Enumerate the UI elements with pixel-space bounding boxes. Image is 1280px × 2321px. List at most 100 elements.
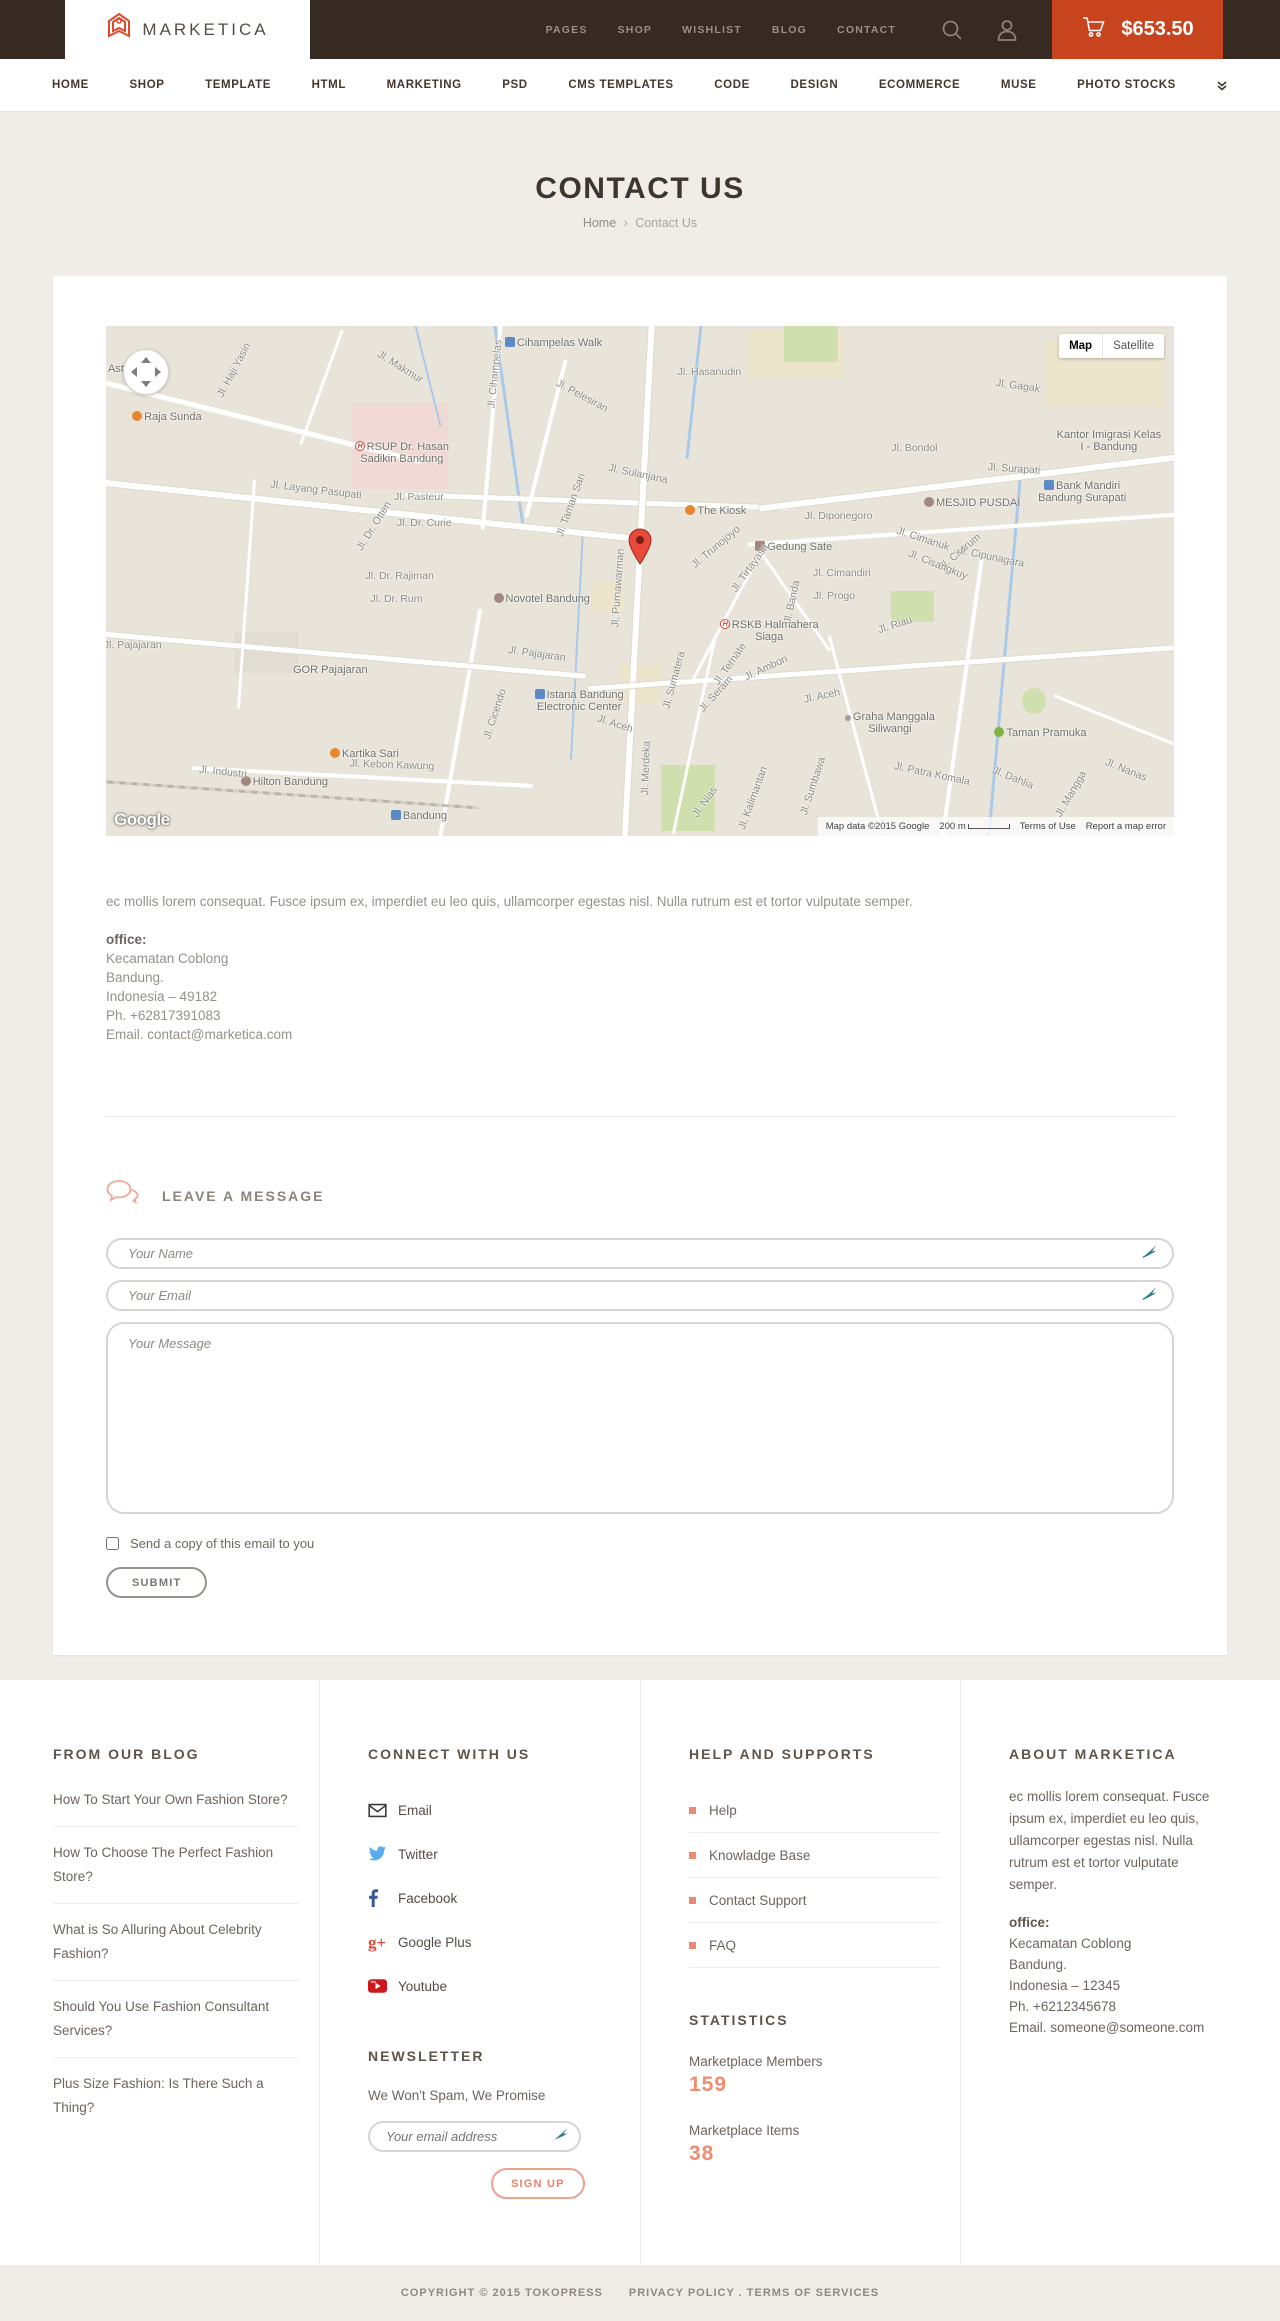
pan-left-icon[interactable]	[130, 366, 137, 377]
map-label: The Kiosk	[662, 505, 770, 517]
top-nav-item[interactable]: SHOP	[618, 24, 653, 36]
square-bullet-icon	[689, 1806, 696, 1814]
category-nav-item[interactable]: PHOTO STOCKS	[1077, 79, 1176, 91]
map-label: Jl. Pelesiran	[554, 377, 611, 415]
pan-up-icon[interactable]	[140, 356, 151, 363]
blog-list: How To Start Your Own Fashion Store? How …	[53, 1774, 299, 2134]
map-river	[569, 530, 584, 760]
gplus-icon: g+	[368, 1932, 387, 1952]
category-nav-item[interactable]: CODE	[714, 79, 750, 91]
map-label: Jl. Industri	[199, 763, 248, 781]
logo[interactable]: MARKETICA	[65, 0, 310, 59]
map-view-button[interactable]: Map	[1059, 334, 1104, 358]
terms-of-use-link[interactable]: Terms of Use	[1020, 821, 1076, 832]
map-block	[784, 326, 838, 362]
email-input[interactable]	[128, 1288, 1141, 1303]
report-map-error-link[interactable]: Report a map error	[1086, 821, 1166, 832]
help-link[interactable]: Help	[689, 1788, 940, 1833]
autofill-icon[interactable]	[1141, 1285, 1158, 1307]
autofill-icon[interactable]	[1141, 1243, 1158, 1265]
map-marker-pin[interactable]	[628, 528, 652, 571]
map-road	[438, 607, 483, 836]
map-label: Jl. Pajajaran	[508, 643, 567, 664]
dot-badge-icon	[844, 714, 851, 721]
pan-right-icon[interactable]	[154, 366, 161, 377]
map-label: Jl. Makmur	[374, 348, 425, 386]
cart-button[interactable]: $653.50	[1052, 0, 1223, 59]
google-map[interactable]: AstonRaja SundaJl. Haji YasinJl. MakmurJ…	[106, 326, 1174, 836]
privacy-policy-link[interactable]: PRIVACY POLICY	[629, 2287, 735, 2299]
social-link[interactable]: Email	[368, 1788, 620, 1832]
help-list: Help Knowladge Base Contact Support FAQ	[689, 1788, 940, 1968]
top-nav-item[interactable]: WISHLIST	[682, 24, 742, 36]
restaurant-badge-icon	[132, 410, 143, 421]
map-label: Bandung	[365, 809, 473, 822]
category-nav-item[interactable]: HTML	[312, 79, 346, 91]
blog-post-link[interactable]: Should You Use Fashion Consultant Servic…	[53, 1981, 299, 2058]
statistic-label: Marketplace Members	[689, 2054, 823, 2069]
blog-post-link[interactable]: How To Choose The Perfect Fashion Store?	[53, 1827, 299, 1904]
category-nav-item[interactable]: PSD	[502, 79, 527, 91]
category-nav-item[interactable]: DESIGN	[791, 79, 839, 91]
help-link[interactable]: Contact Support	[689, 1878, 940, 1923]
social-link[interactable]: g+ Google Plus	[368, 1920, 620, 1964]
blog-post-link[interactable]: How To Start Your Own Fashion Store?	[53, 1774, 299, 1827]
map-label: Jl. Surapati	[987, 460, 1041, 477]
category-nav-item[interactable]: ECOMMERCE	[879, 79, 960, 91]
help-link[interactable]: Knowladge Base	[689, 1833, 940, 1878]
message-textarea[interactable]	[106, 1322, 1174, 1514]
top-nav-item[interactable]: BLOG	[772, 24, 807, 36]
map-label: Jl. Dahlia	[990, 764, 1035, 792]
social-link[interactable]: Twitter	[368, 1832, 620, 1876]
map-label: Jl. Taman Sari	[553, 471, 588, 538]
address-line: Ph. +62817391083	[106, 1008, 221, 1023]
statistic-label: Marketplace Items	[689, 2123, 800, 2138]
newsletter-heading: NEWSLETTER	[368, 2048, 485, 2064]
breadcrumb-home-link[interactable]: Home	[583, 216, 616, 230]
terms-of-services-link[interactable]: TERMS OF SERVICES	[747, 2287, 879, 2299]
map-label: Jl. Hasanudin	[677, 365, 742, 378]
autofill-icon[interactable]	[553, 2126, 569, 2147]
map-label: Jl. Dr. Rum	[370, 592, 423, 605]
category-nav-item[interactable]: HOME	[52, 79, 89, 91]
social-link[interactable]: You Youtube	[368, 1964, 620, 2008]
search-icon[interactable]	[940, 18, 964, 42]
account-icon[interactable]	[996, 18, 1018, 42]
map-label: Jl. Pajajaran	[106, 638, 162, 651]
copyright-text: COPYRIGHT © 2015 TOKOPRESS	[400, 2287, 603, 2299]
submit-button[interactable]: SUBMIT	[106, 1567, 208, 1598]
address-line: Kecamatan Coblong	[1009, 1936, 1132, 1951]
newsletter-email-input[interactable]	[386, 2129, 553, 2144]
map-river	[685, 326, 704, 459]
park-badge-icon	[994, 726, 1005, 737]
connect-heading: CONNECT WITH US	[368, 1746, 531, 1762]
social-link[interactable]: Facebook	[368, 1876, 620, 1920]
statistic-value: 159	[689, 2073, 728, 2096]
address-line: Bandung.	[1009, 1957, 1067, 1972]
social-label: Twitter	[398, 1846, 438, 1862]
top-nav-item[interactable]: CONTACT	[837, 24, 896, 36]
chevron-down-icon[interactable]	[1216, 79, 1228, 91]
signup-button[interactable]: SIGN UP	[491, 2168, 585, 2199]
map-road	[236, 479, 256, 709]
category-nav-item[interactable]: MARKETING	[387, 79, 462, 91]
blog-post-link[interactable]: What is So Alluring About Celebrity Fash…	[53, 1904, 299, 1981]
name-input[interactable]	[128, 1246, 1141, 1261]
send-copy-row: Send a copy of this email to you	[106, 1536, 1174, 1551]
map-label: Jl. Bondol	[891, 441, 938, 454]
pan-down-icon[interactable]	[140, 380, 151, 387]
blog-post-link[interactable]: Plus Size Fashion: Is There Such a Thing…	[53, 2058, 299, 2134]
satellite-view-button[interactable]: Satellite	[1103, 334, 1164, 358]
top-nav-item[interactable]: PAGES	[546, 24, 588, 36]
category-nav-item[interactable]: TEMPLATE	[205, 79, 271, 91]
map-pan-control[interactable]	[122, 348, 169, 395]
map-road	[940, 556, 985, 836]
category-nav-item[interactable]: SHOP	[130, 79, 165, 91]
chat-bubbles-icon	[106, 1179, 140, 1212]
google-logo[interactable]: Google	[114, 810, 170, 830]
send-copy-checkbox[interactable]	[106, 1537, 119, 1550]
help-link[interactable]: FAQ	[689, 1923, 940, 1968]
category-nav-item[interactable]: CMS TEMPLATES	[568, 79, 673, 91]
map-label: Novotel Bandung	[488, 592, 596, 605]
category-nav-item[interactable]: MUSE	[1001, 79, 1037, 91]
